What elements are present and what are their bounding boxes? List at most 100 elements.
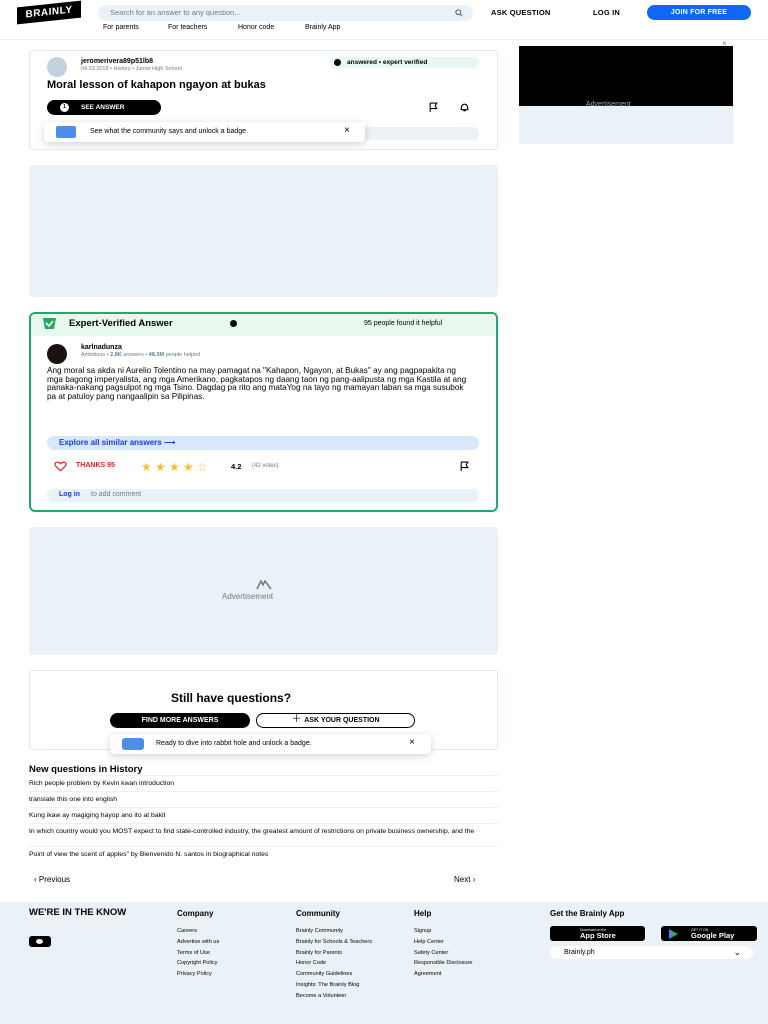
- login-link[interactable]: Log in: [59, 491, 80, 498]
- footer-community-title: Community: [296, 909, 340, 918]
- see-answer-button[interactable]: 1 SEE ANSWER: [47, 100, 161, 115]
- top-header: BRAINLY Search for an answer to any ques…: [0, 0, 768, 40]
- search-placeholder: Search for an answer to any question...: [110, 8, 241, 17]
- badge-toast-text: See what the community says and unlock a…: [90, 128, 248, 135]
- footer-link[interactable]: Safety Center: [414, 950, 448, 956]
- footer-link[interactable]: Privacy Policy: [177, 971, 212, 977]
- star-icon[interactable]: ★: [183, 460, 194, 474]
- footer-link[interactable]: Agreement: [414, 971, 441, 977]
- ad-banner-top[interactable]: [29, 165, 498, 297]
- footer-link[interactable]: Careers: [177, 928, 197, 934]
- list-item[interactable]: Rich people problem by Kevin kwan introd…: [29, 775, 498, 788]
- expert-answer-card: [29, 312, 498, 512]
- previous-link[interactable]: ‹ Previous: [34, 875, 70, 884]
- nav-brainly-app[interactable]: Brainly App: [305, 24, 340, 31]
- youtube-icon[interactable]: [29, 936, 51, 947]
- nav-for-parents[interactable]: For parents: [103, 24, 139, 31]
- footer-link[interactable]: Advertise with us: [177, 939, 219, 945]
- next-link[interactable]: Next ›: [454, 875, 475, 884]
- footer-link[interactable]: Brainly for Schools & Teachers: [296, 939, 372, 945]
- google-play-button[interactable]: GET IT ON Google Play: [661, 926, 757, 941]
- search-input[interactable]: Search for an answer to any question...: [98, 5, 473, 21]
- footer-link[interactable]: Terms of Use: [177, 950, 210, 956]
- badge-icon: [122, 738, 144, 750]
- footer-link[interactable]: Community Guidelines: [296, 971, 352, 977]
- star-icon[interactable]: ☆: [197, 460, 208, 474]
- join-button[interactable]: JOIN FOR FREE: [647, 5, 751, 20]
- expert-avatar[interactable]: [47, 344, 67, 364]
- thanks-button[interactable]: THANKS 95: [76, 462, 115, 469]
- footer-link[interactable]: Help Center: [414, 939, 444, 945]
- ad-logo-icon: [256, 580, 272, 590]
- previous-label: Previous: [38, 875, 71, 884]
- footer-link[interactable]: Copyright Policy: [177, 960, 217, 966]
- question-avatar[interactable]: [47, 57, 67, 77]
- ask-your-question-button[interactable]: ＋ ASK YOUR QUESTION: [256, 713, 415, 728]
- close-icon[interactable]: ×: [344, 125, 350, 136]
- expert-rank: Ambitious: [81, 352, 106, 358]
- arrow-right-icon: ⟶: [163, 438, 176, 447]
- find-more-answers-button[interactable]: FIND MORE ANSWERS: [110, 713, 250, 728]
- footer-link[interactable]: Responsible Disclosure: [414, 960, 472, 966]
- list-item[interactable]: Point of view the scent of apples" by Bi…: [29, 846, 498, 859]
- chevron-down-icon: ⌄: [733, 947, 741, 957]
- expert-answers-count: 2.8K: [110, 352, 122, 358]
- question-author[interactable]: jeromerivera89p51lb8: [81, 58, 153, 65]
- region-select[interactable]: Brainly.ph ⌄: [550, 946, 753, 959]
- expert-helped-label: people helped: [165, 352, 201, 358]
- helpful-count: 95 people found it helpful: [364, 320, 443, 327]
- star-icon[interactable]: ★: [141, 460, 152, 474]
- list-item[interactable]: In which country would you MOST expect t…: [29, 823, 498, 836]
- question-subject[interactable]: History: [114, 66, 131, 72]
- explore-similar-button[interactable]: Explore all similar answers ⟶: [47, 436, 479, 450]
- report-flag-icon[interactable]: [459, 461, 470, 472]
- list-item[interactable]: translate this one into english: [29, 791, 498, 804]
- footer: [0, 902, 768, 1024]
- rabbit-hole-toast: Ready to dive into rabbit hole and unloc…: [110, 734, 431, 754]
- chevron-right-icon: ›: [470, 875, 476, 884]
- search-icon[interactable]: [455, 9, 463, 17]
- nav-honor-code[interactable]: Honor code: [238, 24, 274, 31]
- footer-link[interactable]: Insights: The Brainly Blog: [296, 982, 359, 988]
- vote-count: (42 votes): [252, 463, 279, 469]
- google-play-label: Google Play: [691, 931, 735, 940]
- answer-count: 1: [60, 103, 69, 112]
- close-icon[interactable]: ×: [409, 737, 415, 748]
- ask-question-link[interactable]: ASK QUESTION: [491, 8, 551, 17]
- rating-value: 4.2: [231, 462, 242, 471]
- footer-help-title: Help: [414, 909, 432, 918]
- expert-username[interactable]: karlnadunza: [81, 344, 122, 351]
- question-date: 04.03.2018: [81, 66, 109, 72]
- footer-link[interactable]: Brainly Community: [296, 928, 343, 934]
- heart-icon[interactable]: [54, 461, 67, 472]
- footer-link[interactable]: Become a Volunteer: [296, 993, 346, 999]
- comment-bar[interactable]: [360, 127, 479, 140]
- nav-for-teachers[interactable]: For teachers: [168, 24, 207, 31]
- sidebar-ad-label: Advertisement: [586, 101, 631, 108]
- app-store-label: App Store: [580, 931, 616, 940]
- expert-helped-count: 48.3M: [148, 352, 165, 358]
- next-label: Next: [454, 875, 471, 884]
- app-store-button[interactable]: Download on the App Store: [550, 926, 645, 941]
- flag-icon[interactable]: [428, 102, 439, 113]
- list-item[interactable]: Kung ikaw ay magiging hayop ano ito at b…: [29, 807, 498, 820]
- footer-link[interactable]: Signup: [414, 928, 431, 934]
- ad-banner-middle[interactable]: [29, 527, 498, 655]
- new-questions-title: New questions in History: [29, 764, 143, 775]
- footer-link[interactable]: Brainly for Parents: [296, 950, 342, 956]
- ask-your-question-label: ASK YOUR QUESTION: [304, 717, 380, 724]
- star-icon[interactable]: ★: [169, 460, 180, 474]
- badge-toast: See what the community says and unlock a…: [44, 122, 365, 142]
- bell-icon[interactable]: [459, 102, 470, 113]
- star-icon[interactable]: ★: [155, 460, 166, 474]
- sidebar-ad-video[interactable]: [519, 46, 733, 106]
- comment-input[interactable]: Log in to add comment: [47, 489, 479, 502]
- footer-link[interactable]: Honor Code: [296, 960, 326, 966]
- close-ad-icon[interactable]: ×: [722, 39, 727, 48]
- info-icon[interactable]: [230, 320, 237, 327]
- add-comment-label: to add comment: [91, 491, 142, 498]
- log-in-link[interactable]: LOG IN: [593, 8, 620, 17]
- footer-tagline: WE'RE IN THE KNOW: [29, 907, 127, 918]
- brainly-logo[interactable]: BRAINLY: [17, 0, 81, 25]
- badge-icon: [56, 126, 76, 138]
